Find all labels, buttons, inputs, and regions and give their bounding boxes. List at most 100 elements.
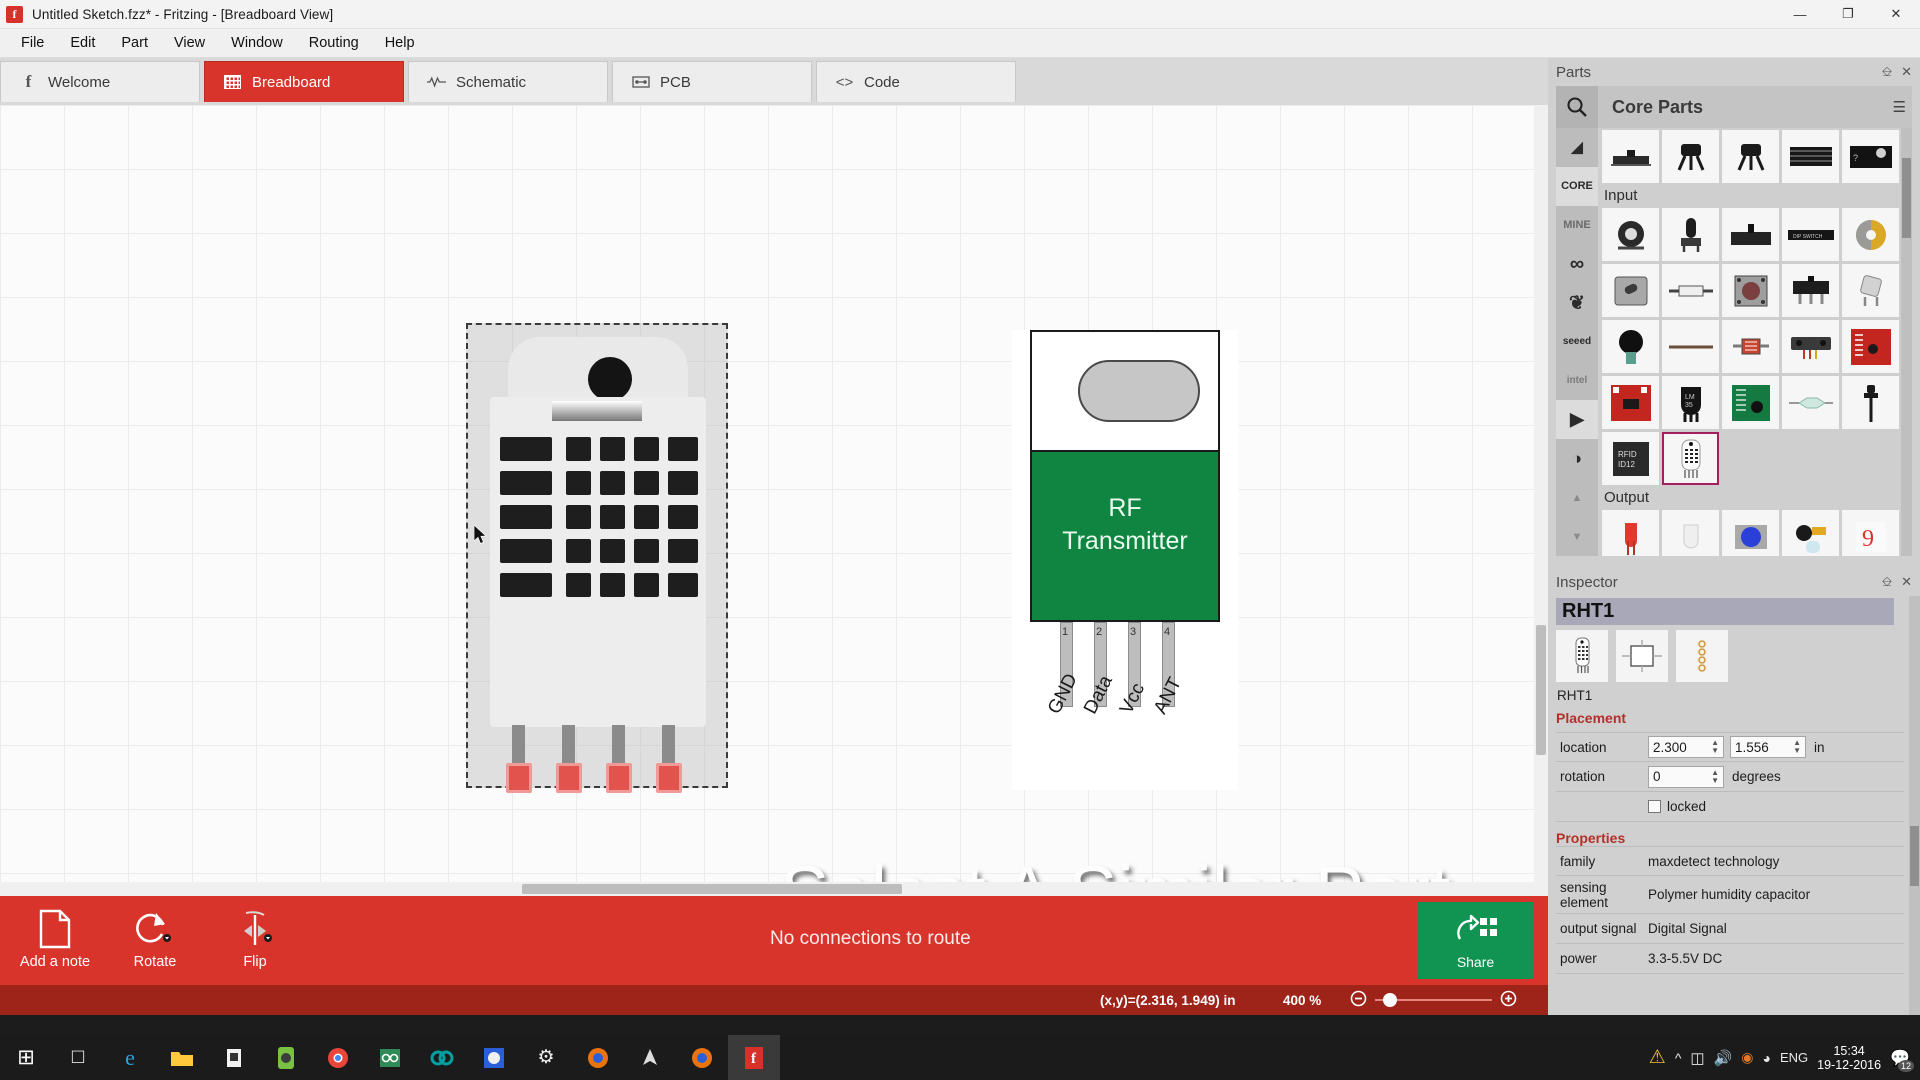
part-rf-transmitter[interactable]: RF Transmitter 1 2 3 4 GND Data Vcc ANT [1012,330,1238,790]
zoom-in-icon[interactable] [1500,990,1517,1010]
language-indicator[interactable]: ENG [1780,1050,1808,1065]
part-motor-assembly[interactable] [1782,510,1839,556]
task-view-button[interactable]: ☐ [52,1035,104,1080]
menu-help[interactable]: Help [372,31,428,55]
part-electret-mic[interactable] [1842,264,1899,317]
parts-bin-body[interactable]: ? Input DIP SWITCH LM 35 RFID ID12 Outpu… [1598,128,1912,556]
part-thermistor[interactable] [1842,376,1899,429]
zoom-slider-handle[interactable] [1383,993,1397,1007]
menu-edit[interactable]: Edit [57,31,108,55]
canvas-hscroll-thumb[interactable] [522,884,902,894]
part-piezo-sensor[interactable] [1602,320,1659,373]
part-dark-sensor[interactable]: ? [1842,130,1899,183]
zoom-out-icon[interactable] [1350,990,1367,1010]
part-photocell[interactable] [1722,320,1779,373]
part-sparkfun-board[interactable] [1602,376,1659,429]
part-red-led[interactable] [1602,510,1659,556]
part-transistor-sensor[interactable]: LM 35 [1662,376,1719,429]
bin-tab-sparkfun[interactable]: ❦ [1556,284,1598,323]
part-ir-sensor[interactable] [1782,320,1839,373]
menu-view[interactable]: View [161,31,218,55]
part-dip-switch[interactable]: DIP SWITCH [1782,208,1839,261]
arduino-ide-icon[interactable] [416,1035,468,1080]
dht-pad-2[interactable] [556,763,582,793]
tab-welcome[interactable]: f Welcome [0,61,200,102]
edge-icon[interactable]: e [104,1035,156,1080]
wifi-icon[interactable]: ◕ [1762,1050,1770,1066]
part-blue-led[interactable] [1722,510,1779,556]
rotation-input[interactable]: 0 ▲ ▼ [1648,765,1724,788]
minimize-button[interactable]: — [1776,0,1824,29]
notifications-icon[interactable]: 💬 12 [1890,1048,1914,1072]
bin-tab-mine[interactable]: MINE [1556,206,1598,245]
part-slide-switch[interactable] [1722,208,1779,261]
property-value-power[interactable]: 3.3-5.5V DC [1648,951,1904,966]
parts-bin-scrollbar[interactable] [1901,128,1912,556]
search-icon[interactable] [1556,86,1598,128]
restore-button[interactable]: ❐ [1824,0,1872,29]
canvas-hscrollbar[interactable] [0,882,1548,896]
menu-window[interactable]: Window [218,31,296,55]
tab-pcb[interactable]: PCB [612,61,812,102]
bin-tab-play[interactable]: ▶ [1556,400,1598,440]
disk-icon[interactable]: ◉ [1741,1049,1753,1066]
parts-bin-scroll-thumb[interactable] [1902,158,1911,238]
part-transistor-b[interactable] [1722,130,1779,183]
tab-schematic[interactable]: Schematic [408,61,608,102]
arduino-icon[interactable] [364,1035,416,1080]
part-rotary-encoder[interactable] [1602,208,1659,261]
breadboard-canvas[interactable]: RF Transmitter 1 2 3 4 GND Data Vcc ANT … [0,105,1548,896]
chrome-icon[interactable] [312,1035,364,1080]
canvas-vscrollbar[interactable] [1534,105,1548,896]
part-sparkfun-breakout[interactable] [1842,320,1899,373]
bin-tab-intel[interactable]: intel [1556,361,1598,400]
tab-breadboard[interactable]: Breadboard [204,61,404,102]
inspector-scrollbar[interactable] [1909,596,1920,1015]
location-x-input[interactable]: 2.300 ▲ ▼ [1648,736,1724,758]
dht-pad-1[interactable] [506,763,532,793]
locked-checkbox[interactable] [1648,800,1661,813]
firefox-2-icon[interactable] [676,1035,728,1080]
bin-tab-scroll-down[interactable]: ▼ [1556,517,1598,556]
part-seven-segment[interactable]: 9 [1842,510,1899,556]
action-center-warning-icon[interactable]: ⚠ [1649,1046,1666,1069]
menu-file[interactable]: File [8,31,57,55]
inspector-scroll-thumb[interactable] [1910,826,1919,886]
part-pushbutton[interactable] [1722,264,1779,317]
menu-routing[interactable]: Routing [296,31,372,55]
bin-tab-scroll-up[interactable]: ▲ [1556,478,1598,517]
bin-tab-top[interactable]: ◢ [1556,128,1598,167]
bin-tab-arduino[interactable]: ∞ [1556,245,1598,284]
share-button[interactable]: Share [1417,902,1534,979]
part-rotary-switch[interactable] [1842,208,1899,261]
part-reed-switch[interactable] [1782,376,1839,429]
store-icon[interactable] [208,1035,260,1080]
file-explorer-icon[interactable] [156,1035,208,1080]
canvas-vscroll-thumb[interactable] [1536,625,1546,755]
part-resistor-wire[interactable] [1662,320,1719,373]
breadboard-view-icon[interactable] [1556,630,1608,682]
dht-pad-4[interactable] [656,763,682,793]
tab-code[interactable]: <> Code [816,61,1016,102]
property-value-family[interactable]: maxdetect technology [1648,854,1904,869]
part-fuse[interactable] [1662,264,1719,317]
dht-pad-3[interactable] [606,763,632,793]
location-y-input[interactable]: 1.556 ▲ ▼ [1730,736,1806,758]
bin-tab-seeed[interactable]: seeed [1556,323,1598,362]
evernote-icon[interactable] [260,1035,312,1080]
fritzing-icon[interactable]: f [728,1035,780,1080]
schematic-view-icon[interactable] [1616,630,1668,682]
part-rfid-id12[interactable]: RFID ID12 [1602,432,1659,485]
part-green-module[interactable] [1722,376,1779,429]
part-rht1-dht-sensor[interactable] [466,323,728,793]
settings-icon[interactable]: ⚙ [520,1035,572,1080]
inspector-undock-icon[interactable]: ⎒ [1882,574,1892,590]
rotate-button[interactable]: Rotate [100,906,210,970]
part-tactile-switch[interactable] [1602,130,1659,183]
chevron-up-icon[interactable]: ^ [1675,1050,1682,1066]
part-slide-switch-2[interactable] [1782,264,1839,317]
bin-menu-icon[interactable]: ☰ [1893,98,1906,116]
add-note-button[interactable]: Add a note [0,906,110,970]
inkscape-icon[interactable] [624,1035,676,1080]
firefox-icon[interactable] [572,1035,624,1080]
